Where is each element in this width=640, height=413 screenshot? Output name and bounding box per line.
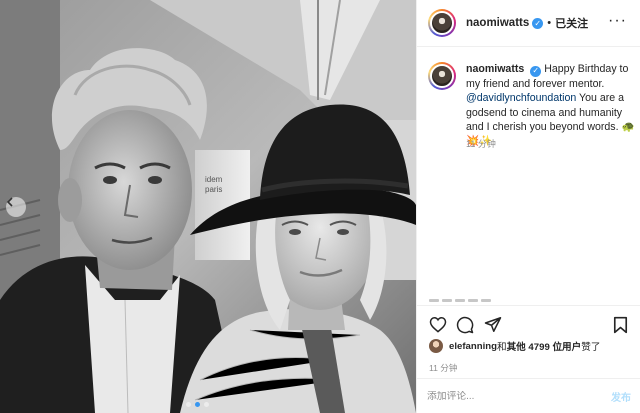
verified-badge-icon: ✓ [532,17,544,29]
chevron-left-icon [6,197,13,207]
post-header: naomiwatts ✓ • 已关注 ··· [417,0,640,47]
likes-count-link[interactable]: 其他 4799 位用户 [507,339,582,353]
avatar[interactable] [428,9,456,37]
comment-timestamp[interactable]: 11 分钟 [466,137,496,150]
liker-username-link[interactable]: elefanning [449,341,497,352]
post-timestamp[interactable]: 11 分钟 [429,362,458,374]
caption-mention-link[interactable]: @davidlynchfoundation [466,92,576,104]
verified-badge-icon: ✓ [530,65,542,77]
caption-username[interactable]: naomiwatts [466,63,524,75]
follow-status-button[interactable]: 已关注 [555,15,588,31]
comment-icon[interactable] [456,316,474,334]
liker-avatar[interactable] [429,339,443,353]
more-comments-indicator [429,299,491,302]
carousel-dot [186,402,191,407]
svg-text:idem: idem [205,175,223,184]
share-icon[interactable] [484,316,502,333]
more-options-icon[interactable]: ··· [608,12,627,30]
likes-suffix: 赞了 [581,342,601,353]
post-photo[interactable]: idem paris [0,0,416,413]
carousel-dot-active [195,402,200,407]
avatar[interactable] [428,62,456,90]
likes-conjunction: 和 [496,342,507,353]
previous-photo-button[interactable] [6,197,26,217]
photo-image: idem paris [0,0,416,413]
username-link[interactable]: naomiwatts [466,17,529,29]
add-comment-bar: 发布 [417,378,640,413]
post-comment-button[interactable]: 发布 [611,389,631,404]
comment-input[interactable] [427,390,597,402]
bookmark-icon[interactable] [613,316,628,334]
separator-dot: • [547,17,552,29]
action-bar [417,305,640,343]
carousel-dot [204,402,209,407]
carousel-dots [186,402,209,407]
post-side-panel: naomiwatts ✓ • 已关注 ··· naomiwatts ✓ Happ… [416,0,640,413]
caption-text: naomiwatts ✓ Happy Birthday to my friend… [466,62,638,149]
likes-summary: elefanning 和 其他 4799 位用户 赞了 [429,339,600,353]
svg-text:paris: paris [205,185,222,194]
heart-icon[interactable] [429,316,447,333]
